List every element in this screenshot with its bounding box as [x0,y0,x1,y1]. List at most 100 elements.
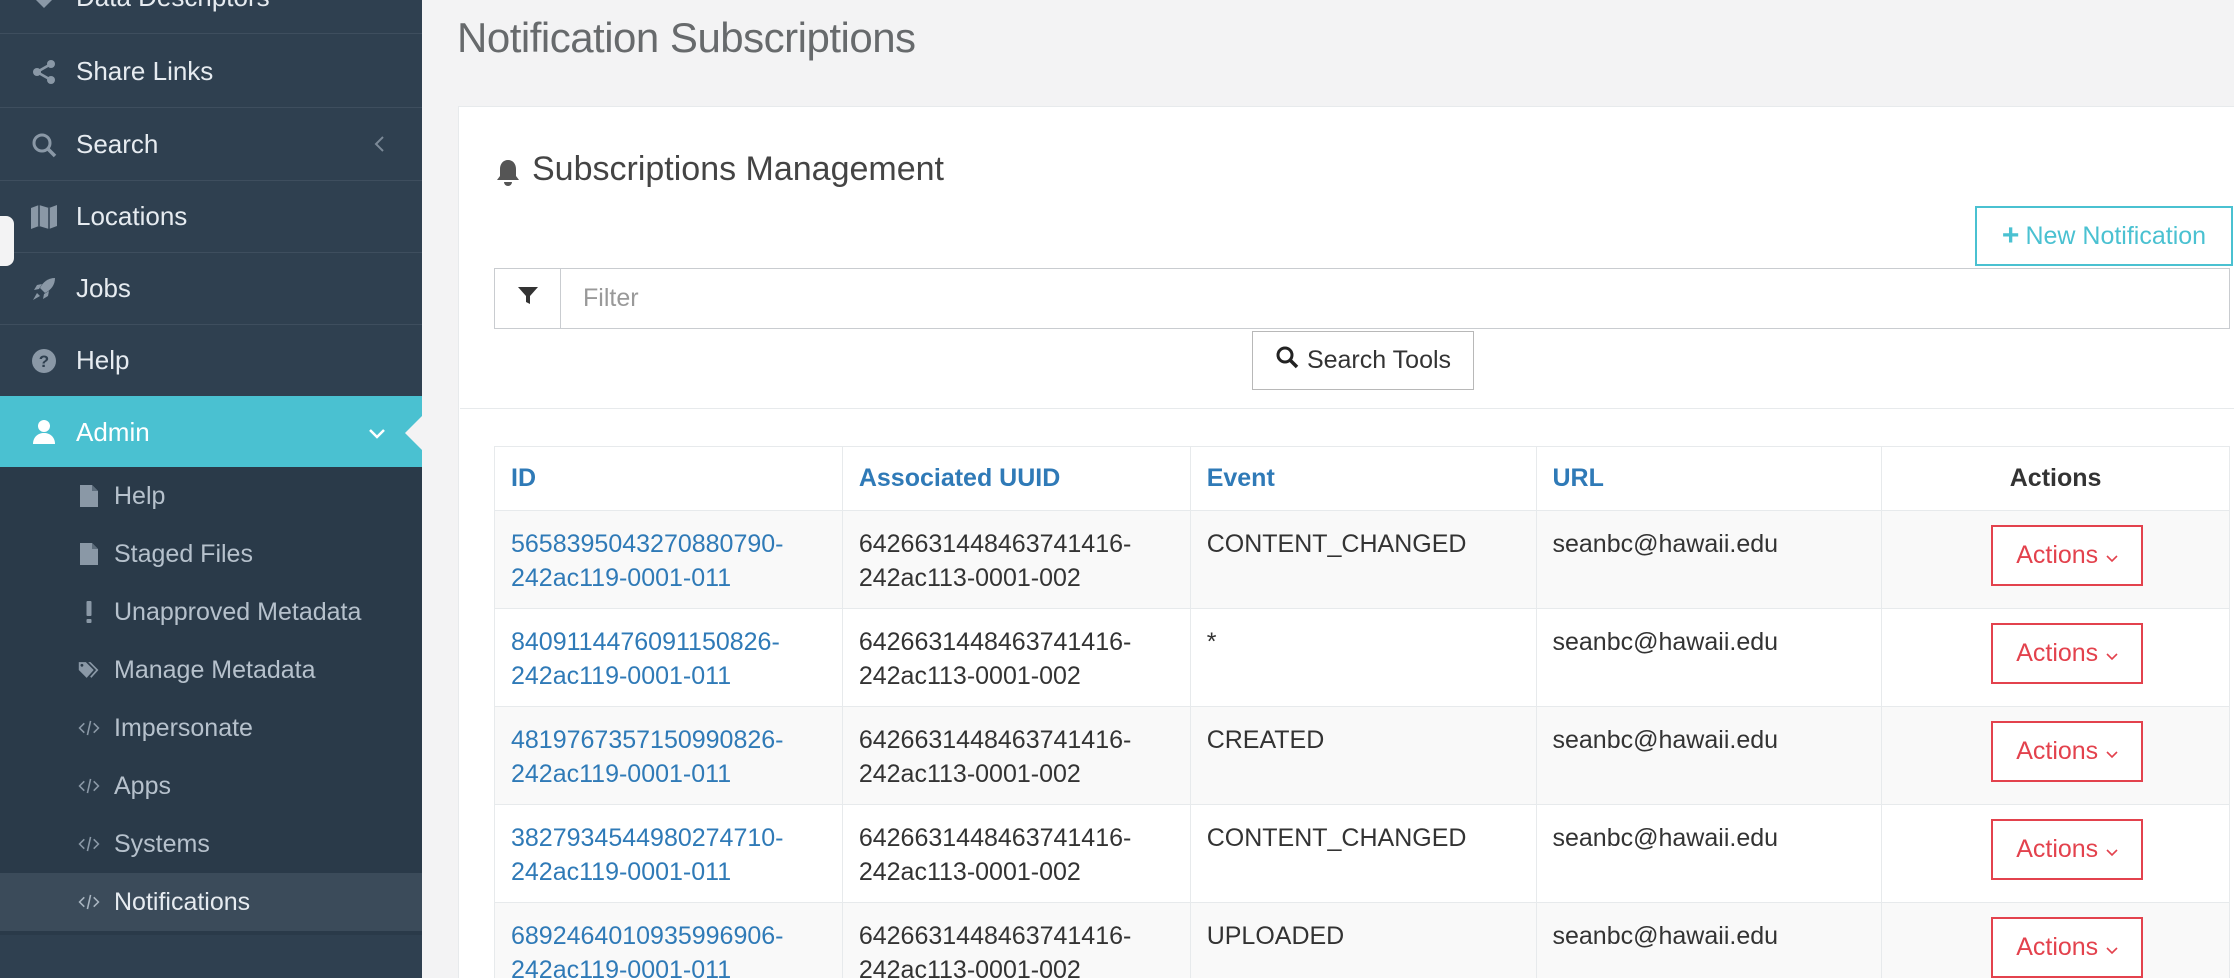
url-cell: seanbc@hawaii.edu [1535,706,1883,805]
search-tools-button[interactable]: Search Tools [1252,331,1474,390]
file-icon [78,542,100,566]
admin-item-label: Unapproved Metadata [114,597,362,626]
admin-item-apps[interactable]: Apps [0,757,422,815]
actions-cell: Actions [1881,902,2230,978]
table-row: 6892464010935996906- 242ac119-0001-011 64… [494,902,2230,978]
search-tools-label: Search Tools [1306,346,1452,374]
chevron-down-icon [368,417,386,448]
code-icon [78,890,100,914]
sidebar-item-label: Search [76,129,159,159]
id-part: 5658395043270880790- [511,530,784,558]
actions-label: Actions [2016,639,2099,667]
id-part: 242ac119-0001-011 [511,858,732,886]
uuid-part: 6426631448463741416- [858,628,1132,656]
id-part: 242ac119-0001-011 [511,662,732,690]
tag-icon [30,0,58,12]
id-part: 8409114476091150826- [511,628,780,656]
admin-item-impersonate[interactable]: Impersonate [0,699,422,757]
sidebar-item-jobs[interactable]: Jobs [0,253,422,325]
active-indicator [405,416,422,450]
filter-input[interactable] [561,268,2230,329]
id-link[interactable]: 8409114476091150826- 242ac119-0001-011 [494,608,843,707]
sidebar: Data Descriptors Share Links Search Loca… [0,0,422,978]
actions-dropdown-button[interactable]: Actions [1991,623,2144,684]
actions-label: Actions [2016,933,2099,961]
rocket-icon [30,275,58,303]
actions-dropdown-button[interactable]: Actions [1991,525,2144,586]
sidebar-item-label: Share Links [76,56,214,86]
chevron-down-icon [2106,835,2118,864]
section-title: Subscriptions Management [494,150,944,189]
code-icon [78,774,100,798]
event-cell: CREATED [1189,706,1537,805]
actions-dropdown-button[interactable]: Actions [1991,819,2144,880]
actions-label: Actions [2016,541,2099,569]
exclamation-icon [78,600,100,624]
admin-item-systems[interactable]: Systems [0,815,422,873]
uuid-cell: 6426631448463741416- 242ac113-0001-002 [841,608,1191,707]
admin-item-unapproved-metadata[interactable]: Unapproved Metadata [0,583,422,641]
chevron-down-icon [2106,737,2118,766]
actions-label: Actions [2016,835,2099,863]
actions-dropdown-button[interactable]: Actions [1991,721,2144,782]
chevron-left-icon [372,129,386,160]
search-icon [30,131,58,159]
sidebar-item-data-descriptors[interactable]: Data Descriptors [0,0,422,34]
sidebar-item-share-links[interactable]: Share Links [0,36,422,108]
id-link[interactable]: 3827934544980274710- 242ac119-0001-011 [494,804,843,903]
filter-addon[interactable] [494,268,561,329]
uuid-part: 242ac113-0001-002 [858,564,1081,592]
admin-item-label: Manage Metadata [114,655,316,684]
column-header-uuid[interactable]: Associated UUID [841,446,1191,511]
filter-icon [517,286,539,311]
column-header-event[interactable]: Event [1189,446,1537,511]
sidebar-item-search[interactable]: Search [0,109,422,181]
sidebar-drag-handle[interactable] [0,216,14,266]
uuid-part: 6426631448463741416- [858,824,1132,852]
sidebar-item-help[interactable]: ? Help [0,325,422,397]
sidebar-item-label: Data Descriptors [76,0,270,13]
table-row: 4819767357150990826- 242ac119-0001-011 64… [494,706,2230,805]
uuid-part: 242ac113-0001-002 [858,662,1081,690]
new-notification-button[interactable]: + New Notification [1975,206,2233,266]
panel-divider [460,408,2234,409]
new-notification-label: New Notification [2025,221,2207,250]
share-icon [30,58,58,86]
id-part: 6892464010935996906- [511,922,784,950]
table-row: 8409114476091150826- 242ac119-0001-011 64… [494,608,2230,707]
uuid-part: 242ac113-0001-002 [858,858,1081,886]
sidebar-item-locations[interactable]: Locations [0,181,422,253]
map-icon [30,203,58,231]
column-header-id[interactable]: ID [494,446,843,511]
admin-item-staged-files[interactable]: Staged Files [0,525,422,583]
admin-item-label: Staged Files [114,539,253,568]
code-icon [78,832,100,856]
admin-item-notifications[interactable]: Notifications [0,873,422,931]
uuid-part: 6426631448463741416- [858,530,1132,558]
admin-item-manage-metadata[interactable]: Manage Metadata [0,641,422,699]
admin-item-help[interactable]: Help [0,467,422,525]
search-icon [1275,345,1299,376]
actions-cell: Actions [1881,608,2230,707]
uuid-part: 242ac113-0001-002 [858,956,1081,978]
id-part: 3827934544980274710- [511,824,784,852]
uuid-part: 6426631448463741416- [858,922,1132,950]
question-circle-icon: ? [30,347,58,375]
admin-item-label: Notifications [114,887,251,916]
admin-item-label: Impersonate [114,713,253,742]
id-part: 4819767357150990826- [511,726,784,754]
bell-icon [494,158,522,188]
column-header-url[interactable]: URL [1535,446,1883,511]
admin-submenu: Help Staged Files Unapproved Metadata Ma… [0,467,422,935]
actions-cell: Actions [1881,706,2230,805]
admin-item-label: Apps [114,771,171,800]
uuid-part: 6426631448463741416- [858,726,1132,754]
id-part: 242ac119-0001-011 [511,760,732,788]
section-title-text: Subscriptions Management [532,150,945,188]
id-link[interactable]: 5658395043270880790- 242ac119-0001-011 [494,510,843,609]
plus-icon: + [2001,219,2020,252]
actions-dropdown-button[interactable]: Actions [1991,917,2144,978]
sidebar-item-admin[interactable]: Admin [0,396,422,468]
id-link[interactable]: 4819767357150990826- 242ac119-0001-011 [494,706,843,805]
id-link[interactable]: 6892464010935996906- 242ac119-0001-011 [494,902,843,978]
